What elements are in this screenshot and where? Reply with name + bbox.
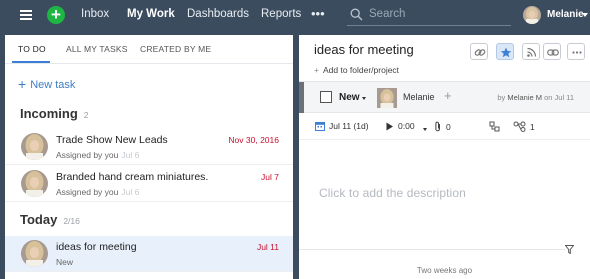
task-row[interactable]: Branded hand cream miniatures. Assigned … — [5, 166, 293, 202]
avatar[interactable] — [377, 88, 397, 108]
active-tab-indicator — [12, 61, 50, 63]
task-row[interactable]: ideas for meeting New Jul 11 — [5, 236, 293, 272]
task-due-date: Jul 11 — [256, 242, 279, 252]
subtasks-button[interactable]: 1 — [513, 121, 535, 132]
section-today: Today 2/16 — [20, 212, 80, 227]
task-assigned: Assigned by you Jul 6 — [56, 150, 140, 160]
task-due-date: Nov 30, 2016 — [228, 135, 279, 145]
task-meta-row: Jul 11 (1d) 0:00 0 1 — [299, 115, 590, 140]
nav-my-work[interactable]: My Work — [127, 8, 175, 20]
section-title: Incoming — [20, 106, 78, 121]
tab-created-by-me[interactable]: CREATED BY ME — [140, 44, 211, 54]
task-status-bar: New Melanie + by Melanie M on Jul 11 — [299, 81, 590, 113]
avatar — [21, 133, 48, 160]
nav-more-button[interactable]: ••• — [311, 6, 325, 21]
status-dropdown[interactable]: New — [339, 92, 360, 103]
tab-to-do[interactable]: TO DO — [18, 44, 46, 54]
task-title: Trade Show New Leads — [56, 134, 168, 146]
created-on-date: on Jul 11 — [544, 93, 574, 102]
chevron-down-icon[interactable] — [423, 128, 427, 131]
avatar[interactable] — [523, 6, 541, 24]
time-tracker[interactable]: 0:00 — [385, 121, 415, 131]
section-count: 2/16 — [63, 216, 80, 226]
task-detail-title[interactable]: ideas for meeting — [314, 42, 414, 57]
nav-inbox[interactable]: Inbox — [81, 8, 109, 20]
dependency-icon[interactable] — [489, 121, 504, 132]
task-row[interactable]: Trade Show New Leads Assigned by you Jul … — [5, 129, 293, 165]
status-color-strip — [299, 82, 304, 113]
created-by-info: by Melanie M on Jul 11 — [497, 93, 574, 102]
section-title: Today — [20, 212, 58, 227]
plus-icon: + — [18, 76, 27, 92]
chain-icon[interactable] — [543, 43, 561, 60]
divider — [299, 249, 565, 250]
complete-checkbox[interactable] — [320, 91, 332, 103]
chevron-down-icon[interactable] — [582, 13, 588, 17]
created-by-user[interactable]: Melanie M — [507, 93, 542, 102]
task-detail-panel: ideas for meeting + Add to folder/project… — [299, 35, 590, 279]
task-due-date: Jul 7 — [261, 172, 279, 182]
calendar-icon — [315, 122, 325, 131]
tab-all-my-tasks[interactable]: ALL MY TASKS — [66, 44, 128, 54]
top-navigation-bar: + Inbox My Work Dashboards Reports ••• S… — [0, 0, 590, 31]
add-to-folder-button[interactable]: + Add to folder/project — [314, 65, 399, 75]
user-name[interactable]: Melanie — [547, 9, 584, 20]
search-placeholder: Search — [369, 8, 406, 20]
task-list-panel: TO DO ALL MY TASKS CREATED BY ME + New ta… — [5, 35, 293, 279]
section-count: 2 — [83, 110, 89, 120]
new-task-button[interactable]: + New task — [18, 75, 76, 92]
chevron-down-icon[interactable] — [362, 97, 366, 100]
search-icon — [350, 8, 363, 21]
section-incoming: Incoming 2 — [20, 106, 89, 121]
task-assigned: Assigned by you Jul 6 — [56, 187, 140, 197]
hamburger-menu-icon[interactable] — [20, 10, 32, 20]
new-task-label: New task — [30, 79, 76, 91]
star-icon[interactable] — [496, 43, 514, 60]
date-button[interactable]: Jul 11 (1d) — [315, 121, 369, 131]
link-icon[interactable] — [470, 43, 488, 60]
task-status: New — [56, 257, 74, 267]
add-folder-label: Add to folder/project — [322, 65, 400, 75]
search-input[interactable]: Search — [347, 5, 511, 26]
task-assigned-date: Jul 6 — [121, 187, 140, 197]
more-icon[interactable] — [567, 43, 585, 60]
avatar — [21, 240, 48, 267]
description-field[interactable]: Click to add the description — [319, 186, 466, 200]
plus-icon: + — [314, 65, 319, 75]
play-icon — [386, 122, 393, 131]
add-assignee-button[interactable]: + — [444, 88, 452, 103]
nav-reports[interactable]: Reports — [261, 8, 301, 20]
nav-dashboards[interactable]: Dashboards — [187, 8, 249, 20]
paperclip-icon — [435, 121, 440, 132]
task-list-tabs: TO DO ALL MY TASKS CREATED BY ME — [5, 35, 293, 64]
avatar — [21, 170, 48, 197]
subtask-icon — [513, 121, 526, 132]
task-assigned-date: Jul 6 — [121, 150, 140, 160]
activity-timestamp: Two weeks ago — [416, 266, 473, 275]
filter-icon[interactable] — [565, 245, 574, 254]
rss-icon[interactable] — [522, 43, 540, 60]
task-title: ideas for meeting — [56, 241, 137, 253]
task-title: Branded hand cream miniatures. — [56, 171, 209, 183]
attachments-button[interactable]: 0 — [434, 121, 451, 132]
assignee-name[interactable]: Melanie — [403, 92, 435, 102]
plus-icon[interactable]: + — [47, 6, 65, 24]
